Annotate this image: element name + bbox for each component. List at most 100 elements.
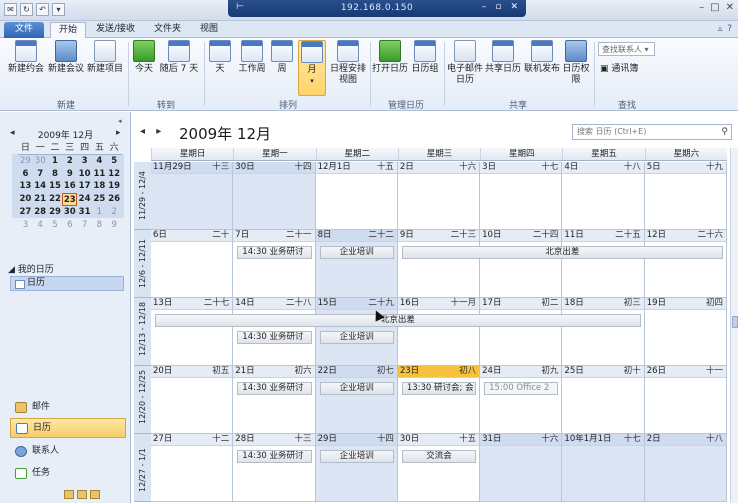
- search-icon[interactable]: ⚲: [721, 125, 728, 139]
- mini-calendar-day[interactable]: 1: [48, 155, 63, 168]
- day-cell[interactable]: 17日 初二: [480, 298, 563, 366]
- mini-calendar-day[interactable]: 25: [92, 193, 107, 206]
- mini-calendar-day[interactable]: 9: [107, 219, 122, 232]
- week-range-bar[interactable]: 12/13 - 12/18: [134, 298, 151, 366]
- remote-close-button[interactable]: ✕: [510, 2, 518, 12]
- tab-file[interactable]: 文件: [4, 22, 44, 38]
- week-range-bar[interactable]: 12/20 - 12/25: [134, 366, 151, 434]
- day-cell[interactable]: 13日 二十七: [151, 298, 234, 366]
- address-book-button[interactable]: ▣ 通讯簿: [600, 61, 638, 74]
- mini-calendar-day[interactable]: 4: [33, 219, 48, 232]
- close-button[interactable]: ✕: [726, 2, 734, 13]
- undo-icon[interactable]: ↶: [36, 3, 49, 16]
- nav-tasks-button[interactable]: 任务: [10, 464, 126, 484]
- tab-send-receive[interactable]: 发送/接收: [88, 22, 143, 38]
- mini-calendar-day[interactable]: 12: [107, 168, 122, 181]
- my-calendars-header[interactable]: ◢ 我的日历: [8, 262, 54, 275]
- mini-calendar-day[interactable]: 2: [62, 155, 77, 168]
- new-meeting-button[interactable]: 新建会议: [46, 40, 86, 75]
- day-cell[interactable]: 5日 十九: [644, 162, 727, 230]
- calendar-event[interactable]: 北京出差: [155, 314, 641, 327]
- mini-calendar-day[interactable]: 29: [18, 155, 33, 168]
- mini-calendar-day[interactable]: 19: [107, 180, 122, 193]
- week-view-button[interactable]: 周: [270, 40, 294, 75]
- calendar-event[interactable]: 企业培训: [319, 246, 394, 259]
- nav-mail-button[interactable]: 邮件: [10, 398, 126, 418]
- tab-folder[interactable]: 文件夹: [146, 22, 189, 38]
- mini-calendar-day[interactable]: 5: [107, 155, 122, 168]
- mini-calendar-day[interactable]: 30: [62, 206, 77, 219]
- calendar-event[interactable]: 交流会: [401, 450, 477, 463]
- mini-calendar-day[interactable]: 3: [18, 219, 33, 232]
- next-7-days-button[interactable]: 随后 7 天: [158, 40, 200, 75]
- mini-calendar-day[interactable]: 7: [33, 168, 48, 181]
- day-cell[interactable]: 29日 十四: [315, 434, 398, 502]
- day-cell[interactable]: 11日 二十五: [562, 230, 645, 298]
- calendar-event[interactable]: 14:30 业务研讨: [237, 450, 312, 463]
- day-cell[interactable]: 25日 初十: [562, 366, 645, 434]
- work-week-button[interactable]: 工作周: [236, 40, 268, 75]
- publish-online-button[interactable]: 联机发布: [522, 40, 562, 75]
- mini-calendar-day[interactable]: 1: [92, 206, 107, 219]
- day-cell[interactable]: 2日 十八: [644, 434, 727, 502]
- calendar-event[interactable]: 13:30 研讨会; 会: [401, 382, 477, 395]
- mini-calendar-day[interactable]: 9: [62, 168, 77, 181]
- calendar-event[interactable]: 企业培训: [319, 331, 394, 344]
- mini-calendar-day[interactable]: 4: [92, 155, 107, 168]
- day-cell[interactable]: 9日 二十三: [397, 230, 481, 298]
- mini-calendar-day[interactable]: 7: [77, 219, 92, 232]
- minimize-button[interactable]: –: [699, 2, 704, 13]
- day-cell[interactable]: 27日 十二: [151, 434, 234, 502]
- day-cell[interactable]: 30日 十五: [397, 434, 481, 502]
- day-cell[interactable]: 6日 二十: [151, 230, 234, 298]
- day-cell[interactable]: 19日 初四: [644, 298, 727, 366]
- calendar-event[interactable]: 14:30 业务研讨: [237, 246, 312, 259]
- day-cell[interactable]: 10年1月1日 十七: [562, 434, 645, 502]
- mini-calendar-day[interactable]: 13: [18, 180, 33, 193]
- next-month-button[interactable]: ▸: [156, 126, 161, 137]
- day-cell[interactable]: 16日 十一月: [397, 298, 481, 366]
- day-cell[interactable]: 12月1日 十五: [315, 162, 398, 230]
- minimize-ribbon-icon[interactable]: ▵: [718, 24, 723, 34]
- day-cell[interactable]: 26日 十一: [644, 366, 727, 434]
- calendar-event[interactable]: 北京出差: [401, 246, 723, 259]
- tab-view[interactable]: 视图: [192, 22, 226, 38]
- day-cell[interactable]: 8日 二十二: [315, 230, 398, 298]
- today-button[interactable]: 今天: [132, 40, 156, 75]
- mini-calendar-day[interactable]: 3: [77, 155, 92, 168]
- day-cell[interactable]: 12日 二十六: [644, 230, 727, 298]
- calendar-list-item[interactable]: 日历: [10, 276, 124, 291]
- calendar-permissions-button[interactable]: 日历权限: [562, 40, 590, 86]
- mini-calendar-day[interactable]: 5: [48, 219, 63, 232]
- vertical-scrollbar[interactable]: [730, 148, 738, 503]
- mini-calendar-day[interactable]: 26: [107, 193, 122, 206]
- outlook-app-icon[interactable]: ✉: [4, 3, 17, 16]
- day-view-button[interactable]: 天: [208, 40, 232, 75]
- mini-calendar-day[interactable]: 6: [62, 219, 77, 232]
- mini-calendar-day[interactable]: 21: [33, 193, 48, 206]
- mini-calendar-day[interactable]: 16: [62, 180, 77, 193]
- day-cell[interactable]: 10日 二十四: [480, 230, 563, 298]
- mini-calendar-day[interactable]: 20: [18, 193, 33, 206]
- day-cell[interactable]: 21日 初六: [233, 366, 316, 434]
- day-cell[interactable]: 18日 初三: [562, 298, 645, 366]
- prev-month-button[interactable]: ◂: [140, 126, 145, 137]
- mini-calendar-day[interactable]: 22: [48, 193, 63, 206]
- maximize-button[interactable]: □: [710, 2, 719, 13]
- mini-calendar-day[interactable]: 6: [18, 168, 33, 181]
- find-contact-input[interactable]: 查找联系人 ▾: [598, 42, 655, 56]
- calendar-event[interactable]: 14:30 业务研讨: [237, 331, 312, 344]
- open-calendar-button[interactable]: 打开日历: [372, 40, 408, 75]
- day-cell-today[interactable]: 23日 初八: [397, 366, 481, 434]
- new-items-button[interactable]: 新建项目: [86, 40, 124, 75]
- customize-qat-icon[interactable]: ▾: [52, 3, 65, 16]
- mini-calendar-day[interactable]: 10: [77, 168, 92, 181]
- calendar-event[interactable]: 15:00 Office 2: [484, 382, 559, 395]
- share-calendar-button[interactable]: 共享日历: [484, 40, 522, 75]
- scrollbar-thumb[interactable]: [732, 316, 738, 328]
- mini-calendar-day[interactable]: 2: [107, 206, 122, 219]
- mini-calendar-day[interactable]: 24: [77, 193, 92, 206]
- week-range-bar[interactable]: 12/27 - 1/1: [134, 434, 151, 502]
- mini-calendar-day[interactable]: 28: [33, 206, 48, 219]
- day-cell[interactable]: 11月29日 十三: [151, 162, 234, 230]
